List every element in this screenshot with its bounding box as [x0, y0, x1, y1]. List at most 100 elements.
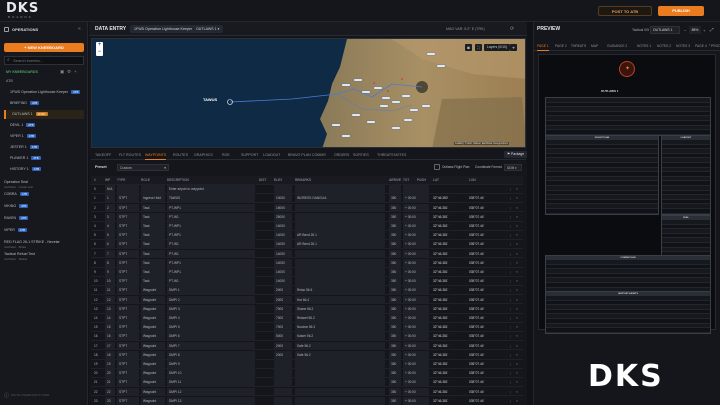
description-field[interactable]: DMPI 6 — [167, 332, 255, 341]
type-select[interactable]: STPT — [117, 314, 139, 322]
tab-loadout[interactable]: LOADOUT — [263, 151, 280, 159]
row-delete-icon[interactable]: × — [516, 194, 522, 202]
preview-tab[interactable]: NOTES 3 — [676, 43, 690, 50]
elevation-field[interactable]: 14000 — [274, 268, 292, 276]
preview-tab[interactable]: THREATS — [571, 43, 586, 50]
row-delete-icon[interactable]: × — [516, 277, 522, 285]
role-select[interactable] — [141, 185, 165, 194]
type-select[interactable]: STPT — [117, 341, 139, 350]
elevation-field[interactable]: 14000 — [274, 277, 292, 286]
sidebar-item[interactable]: JESTER 1 ATB — [4, 143, 84, 152]
time-field[interactable]: + 00:00 — [403, 212, 429, 221]
preview-tab[interactable]: MAP — [591, 43, 598, 50]
tab-graphics[interactable]: GRAPHICS — [194, 151, 213, 159]
remarks-field[interactable] — [295, 277, 385, 286]
row-delete-icon[interactable]: × — [516, 305, 522, 313]
collapse-icon[interactable]: « — [78, 26, 81, 32]
description-field[interactable]: DMPI 11 — [167, 378, 255, 387]
speed-field[interactable]: 350 — [389, 286, 401, 295]
wp-field[interactable]: 15 — [105, 323, 115, 332]
row-delete-icon[interactable]: × — [516, 332, 522, 340]
wp-field[interactable]: 18 — [105, 350, 115, 359]
row-delete-icon[interactable]: × — [516, 185, 522, 193]
row-delete-icon[interactable]: × — [516, 231, 522, 239]
role-select[interactable]: Task — [141, 222, 165, 230]
remarks-field[interactable] — [295, 369, 385, 378]
type-select[interactable]: STPT — [117, 378, 139, 387]
role-select[interactable]: Waypoint — [141, 341, 165, 350]
coord-format-select[interactable]: DDM ▾ — [504, 164, 522, 171]
project-item[interactable]: VIKING ATB — [4, 204, 84, 209]
remarks-field[interactable]: Safe 56.2 — [295, 350, 385, 359]
type-select[interactable]: STPT — [117, 258, 139, 267]
remarks-field[interactable]: Kaiser 56.2 — [295, 332, 385, 341]
description-field[interactable]: DMPI 3 — [167, 304, 255, 313]
settings-icon[interactable]: ⚙ — [67, 69, 71, 75]
row-menu-icon[interactable]: ⋮ — [509, 332, 515, 340]
table-row[interactable]: 23 23 STPT Waypoint DMPI 13 350 + 00:00 32°46.3… — [91, 396, 523, 405]
tab-threats[interactable]: THREATS — [377, 151, 394, 159]
time-field[interactable]: + 00:00 — [403, 369, 429, 378]
row-delete-icon[interactable]: × — [516, 378, 522, 386]
wp-field[interactable]: 17 — [105, 341, 115, 350]
table-row[interactable]: 18 18 STPT Waypoint DMPI 8 2000 Safe 56.2 350 + … — [91, 350, 523, 360]
row-delete-icon[interactable]: × — [516, 240, 522, 248]
role-select[interactable]: Waypoint — [141, 387, 165, 396]
type-select[interactable]: STPT — [117, 295, 139, 304]
tab-comms[interactable]: COMMS — [312, 151, 326, 159]
elevation-field[interactable]: 25000 — [274, 212, 292, 221]
time-field[interactable]: + 00:00 — [403, 360, 429, 368]
elevation-field[interactable]: 14000 — [274, 249, 292, 258]
remarks-field[interactable] — [295, 222, 385, 230]
row-menu-icon[interactable]: ⋮ — [509, 314, 515, 322]
speed-field[interactable]: 350 — [389, 277, 401, 286]
time-field[interactable]: + 00:00 — [403, 304, 429, 313]
tab-sorties[interactable]: SORTIES — [353, 151, 369, 159]
row-delete-icon[interactable]: × — [516, 314, 522, 322]
tab-takeoff[interactable]: TAKEOFF — [95, 151, 111, 159]
wp-field[interactable]: 22 — [105, 387, 115, 396]
role-select[interactable]: Task — [141, 258, 165, 267]
row-delete-icon[interactable]: × — [516, 259, 522, 267]
role-select[interactable]: Waypoint — [141, 295, 165, 304]
sidebar-item[interactable]: HISTORY 1 ATB — [4, 165, 84, 174]
speed-field[interactable]: 350 — [389, 212, 401, 221]
preview-tab[interactable]: PAGE 2 — [555, 43, 567, 50]
row-menu-icon[interactable]: ⋮ — [509, 369, 515, 377]
remarks-field[interactable] — [295, 185, 385, 194]
remarks-field[interactable] — [295, 387, 385, 396]
row-menu-icon[interactable]: ⋮ — [509, 185, 515, 193]
time-field[interactable]: + 00:00 — [403, 268, 429, 276]
wp-field[interactable]: 12 — [105, 295, 115, 304]
time-field[interactable]: + 00:00 — [403, 387, 429, 396]
type-select[interactable]: STPT — [117, 222, 139, 230]
table-row[interactable]: 2 2 STPT Task PT-WP1 15000 350 + 00:00 32°46.381… — [91, 203, 523, 213]
project-item[interactable]: RAVEN ATB — [4, 216, 84, 221]
time-field[interactable] — [403, 185, 429, 194]
description-field[interactable]: DMPI 7 — [167, 341, 255, 350]
description-field[interactable]: DMPI 2 — [167, 295, 255, 304]
description-field[interactable]: PT-WP1 — [167, 258, 255, 267]
row-delete-icon[interactable]: × — [516, 296, 522, 304]
project-item[interactable]: RED FLAG 26-1 STRIKE - Nevelar northstar … — [4, 240, 84, 250]
sidebar-item[interactable]: PLINKER 1 ATB — [4, 154, 84, 163]
row-menu-icon[interactable]: ⋮ — [509, 286, 515, 294]
time-field[interactable]: + 00:00 — [403, 203, 429, 212]
wp-field[interactable]: 11 — [105, 286, 115, 295]
elevation-field[interactable] — [274, 378, 292, 387]
speed-field[interactable]: 350 — [389, 203, 401, 212]
wp-field[interactable]: 21 — [105, 378, 115, 387]
type-select[interactable]: STPT — [117, 286, 139, 295]
description-field[interactable]: DMPI 8 — [167, 350, 255, 359]
table-row[interactable]: 7 7 STPT Task PT-W1 14000 350 + 00:00 32°46.381'… — [91, 249, 523, 259]
remarks-field[interactable]: AR Bend 26.1 — [295, 240, 385, 249]
description-field[interactable]: Enter airport or waypoint — [167, 185, 255, 194]
preview-tab[interactable]: PAGE 4 — [695, 43, 707, 50]
time-field[interactable]: + 00:00 — [403, 249, 429, 258]
row-menu-icon[interactable]: ⋮ — [509, 296, 515, 304]
type-select[interactable]: STPT — [117, 323, 139, 332]
table-row[interactable]: 22 22 STPT Waypoint DMPI 12 350 + 00:00 32°46.3… — [91, 387, 523, 397]
elevation-field[interactable] — [274, 360, 292, 368]
type-select[interactable]: STPT — [117, 268, 139, 276]
tab-routes[interactable]: ROUTES — [173, 151, 188, 159]
